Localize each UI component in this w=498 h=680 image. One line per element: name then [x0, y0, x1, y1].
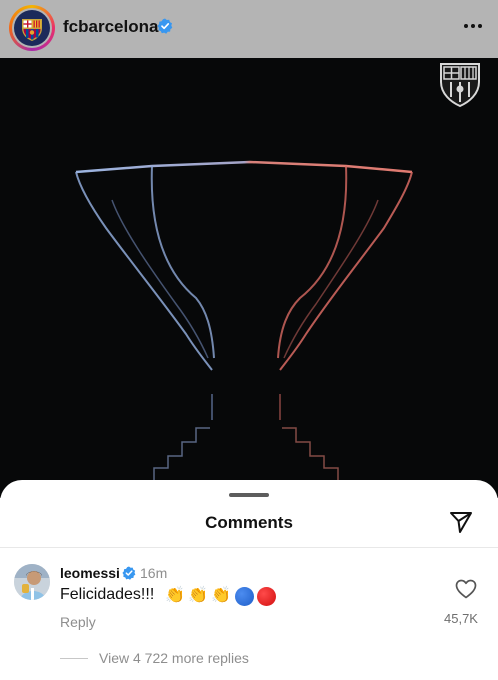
comment-timestamp: 16m [140, 565, 168, 581]
reply-button[interactable]: Reply [60, 614, 96, 630]
more-dot-icon [464, 24, 468, 28]
post-header: fcbarcelona [0, 0, 498, 58]
comment-text: Felicidades!!! [60, 586, 155, 603]
divider [0, 547, 498, 548]
replies-divider-line [60, 658, 88, 659]
verified-badge-icon [157, 18, 173, 34]
more-options-button[interactable] [458, 14, 488, 38]
more-dot-icon [478, 24, 482, 28]
comments-title: Comments [205, 513, 293, 532]
verified-badge-icon [122, 566, 136, 580]
commenter-username[interactable]: leomessi [60, 565, 120, 581]
post-image[interactable] [0, 58, 498, 498]
avatar-photo-icon [14, 564, 50, 600]
club-crest-icon [440, 63, 480, 108]
heart-icon[interactable] [455, 579, 477, 599]
comment-emoji: 👏 👏 👏 [164, 585, 276, 607]
like-count: 45,7K [444, 611, 478, 626]
post-username[interactable]: fcbarcelona [63, 17, 158, 37]
drag-handle[interactable] [229, 493, 269, 497]
view-replies-button[interactable]: View 4 722 more replies [99, 650, 249, 666]
profile-avatar[interactable] [9, 5, 55, 51]
more-dot-icon [471, 24, 475, 28]
red-circle-icon [257, 586, 276, 606]
clapping-hands-icon: 👏 [188, 587, 208, 604]
trophy-image [75, 63, 480, 482]
share-icon[interactable] [448, 509, 474, 535]
blue-circle-icon [235, 586, 254, 606]
clapping-hands-icon: 👏 [165, 587, 185, 604]
commenter-avatar[interactable] [14, 564, 50, 600]
fc-barcelona-crest-icon [14, 10, 50, 46]
clapping-hands-icon: 👏 [211, 587, 231, 604]
comments-sheet: Comments leomessi 16m Felicidades!!! 👏 👏… [0, 480, 498, 680]
